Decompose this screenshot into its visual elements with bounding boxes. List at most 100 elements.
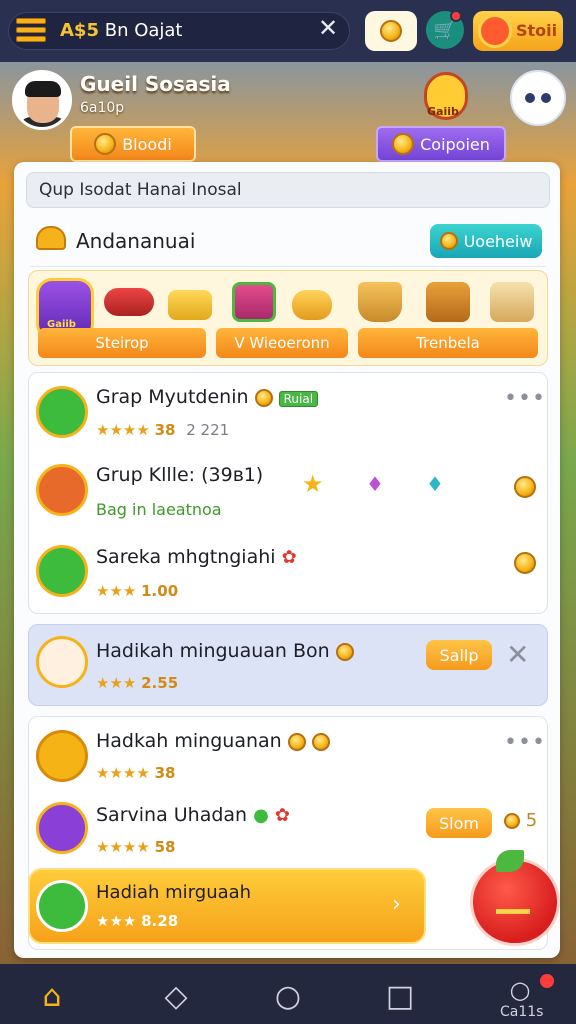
list-item-title-text: Grap Myutdenin — [96, 386, 249, 408]
avatar[interactable] — [12, 70, 72, 130]
store-label: Stoii — [516, 21, 558, 40]
close-icon[interactable]: ✕ — [318, 14, 338, 42]
setup-button[interactable]: Sallp — [426, 640, 492, 670]
calls-label: Ca11s — [500, 1004, 544, 1020]
flag-icon — [496, 884, 530, 914]
rating: ★★★ 8.28 — [96, 912, 178, 930]
rating-stars: ★★★★ — [96, 764, 150, 782]
coin-icon — [94, 133, 117, 155]
title-text: A$5 Bn Oajat — [60, 20, 182, 41]
flower-icon: ✿ — [274, 805, 291, 826]
rating: ★★★ 1.00 — [96, 582, 178, 600]
list-item-title-text: Hadikah minguauan — [96, 640, 287, 662]
cart-icon: 🛒 — [433, 19, 457, 41]
recents-icon[interactable]: □ — [380, 978, 420, 1014]
horn-icon[interactable] — [292, 290, 332, 320]
shelf-button-2[interactable]: V Wieoeronn — [216, 328, 348, 358]
game-character-icon[interactable] — [36, 802, 88, 854]
store-icon — [478, 14, 512, 48]
list-item-title: Hadiah mirguaah — [96, 882, 252, 903]
rating-stars: ★★★★ — [96, 421, 150, 439]
setup-button-label: Sallp — [439, 645, 479, 665]
list-item-title: Hadikah minguauan Bon — [96, 640, 354, 662]
avatar-hair — [25, 81, 61, 97]
shelf-button-2-label: V Wieoeronn — [234, 334, 330, 352]
coin-button[interactable] — [365, 11, 417, 51]
chest-icon[interactable] — [490, 282, 534, 322]
home-circle-icon[interactable]: ○ — [268, 978, 308, 1014]
more-options-icon[interactable]: ••• — [504, 730, 546, 755]
rating-score: 58 — [154, 838, 176, 856]
shelf-button-1[interactable]: Steirop — [38, 328, 206, 358]
rating-score: 1.00 — [141, 582, 179, 600]
rating: ★★★★ 38 — [96, 764, 175, 782]
coupon-button-label: Coipoien — [420, 134, 490, 154]
blood-button-label: Bloodi — [122, 134, 172, 154]
coupon-button[interactable]: Coipoien — [376, 126, 506, 162]
basket-icon[interactable] — [358, 282, 402, 322]
rating-score: 38 — [154, 764, 176, 782]
notification-dot — [540, 974, 554, 988]
chat-bubble-icon[interactable] — [36, 386, 88, 438]
character-avatar-icon[interactable] — [36, 464, 88, 516]
view-button[interactable]: Uoeheiw — [430, 224, 542, 258]
rating-stars: ★★★ — [96, 674, 137, 692]
chat-bubble-icon — [36, 880, 88, 932]
coin-icon — [335, 642, 354, 661]
list-item-title[interactable]: Grap Myutdenin Ruial — [96, 386, 319, 408]
slot-button[interactable]: Slom — [426, 808, 492, 838]
list-item-title[interactable]: Grup Kllle: (39ʙ1) — [96, 464, 263, 486]
profile-subtitle: 6a10p — [80, 100, 125, 116]
list-item-title[interactable]: Sarvina Uhadan ● ✿ — [96, 804, 290, 826]
view-button-label: Uoeheiw — [463, 231, 533, 251]
shelf-button-3[interactable]: Trenbela — [358, 328, 538, 358]
coin-icon — [514, 552, 536, 574]
menu-stack-icon[interactable] — [16, 18, 46, 44]
notification-dot — [450, 10, 462, 22]
whatsapp-icon[interactable] — [36, 545, 88, 597]
gift-box-icon[interactable] — [232, 282, 276, 322]
owl-mascot-icon[interactable] — [510, 70, 566, 126]
gold-bars-icon[interactable] — [168, 290, 212, 320]
profile-name: Gueil Sosasia — [80, 72, 231, 96]
gem-icon: ♦ — [366, 472, 384, 496]
rating-score: 8.28 — [141, 912, 179, 930]
rating-score: 38 — [154, 421, 176, 439]
bag-icon[interactable] — [426, 282, 470, 322]
candy-icon[interactable] — [104, 288, 154, 316]
rating: ★★★★ 38 2 221 — [96, 421, 229, 439]
blood-button[interactable]: Bloodi — [70, 126, 196, 162]
mascot-label: Gaiib — [427, 105, 459, 118]
back-icon[interactable]: ◇ — [156, 978, 196, 1014]
search-input[interactable] — [26, 172, 550, 208]
list-item-title-text: Sareka mhgtngiahi — [96, 546, 276, 568]
home-icon[interactable]: ⌂ — [32, 978, 72, 1014]
calls-icon[interactable]: ○ — [500, 972, 540, 1008]
bell-icon — [36, 226, 66, 250]
coin-icon — [287, 732, 306, 751]
list-item-title[interactable]: Hadkah minguanan — [96, 730, 330, 752]
green-badge-icon: ● — [253, 805, 269, 826]
title-label: Bn Oajat — [104, 20, 183, 41]
rating: ★★★ 2.55 — [96, 674, 178, 692]
list-item-title-text: Hadkah minguanan — [96, 730, 282, 752]
coin-icon — [514, 476, 536, 498]
list-item-title-suffix: Bon — [293, 640, 330, 662]
list-item-subtitle: Bag in laeatnoa — [96, 500, 222, 519]
close-icon[interactable]: ✕ — [506, 638, 529, 671]
coin-target-icon[interactable] — [36, 730, 88, 782]
coin-icon — [439, 232, 458, 250]
coin-icon — [380, 20, 402, 42]
section-title: Andananuai — [76, 229, 196, 253]
shelf-button-3-label: Trenbela — [416, 334, 480, 352]
slot-button-label: Slom — [439, 813, 479, 833]
list-item-title[interactable]: Sareka mhgtngiahi ✿ — [96, 546, 297, 568]
rating: ★★★★ 58 — [96, 838, 175, 856]
rating-stars: ★★★★ — [96, 838, 150, 856]
more-options-icon[interactable]: ••• — [504, 386, 546, 411]
list-item-title-text: Sarvina Uhadan — [96, 804, 248, 826]
chevron-right-icon[interactable]: › — [392, 892, 401, 917]
count-value: 5 — [504, 810, 537, 831]
title-prefix: A$5 — [60, 20, 99, 41]
rating-stars: ★★★ — [96, 912, 137, 930]
